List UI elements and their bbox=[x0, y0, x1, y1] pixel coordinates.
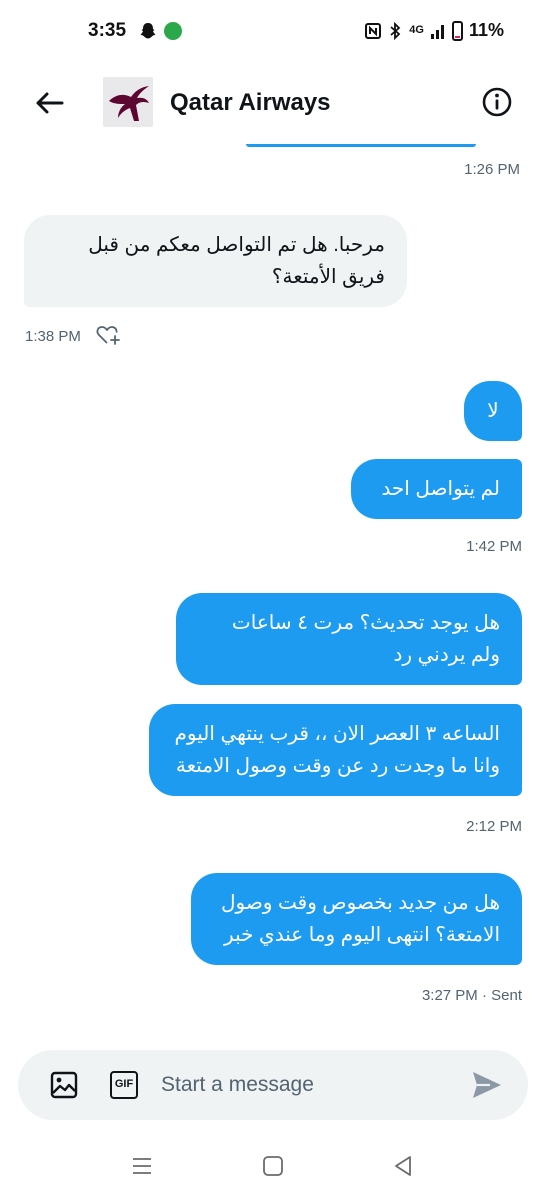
arrow-left-icon bbox=[36, 92, 64, 114]
message-timestamp-sent: 3:27 PM · Sent bbox=[421, 987, 522, 1004]
previous-message-edge bbox=[246, 144, 476, 147]
avatar[interactable] bbox=[103, 77, 153, 127]
app-notification-icon bbox=[164, 22, 182, 40]
battery-percent: 11% bbox=[468, 20, 504, 40]
nfc-icon bbox=[365, 22, 382, 39]
recent-apps-icon[interactable] bbox=[130, 1154, 154, 1178]
message-timestamp: 1:38 PM bbox=[25, 328, 81, 345]
battery-icon bbox=[451, 20, 463, 41]
message-timestamp: 1:26 PM bbox=[464, 161, 520, 178]
heart-plus-icon[interactable] bbox=[96, 324, 122, 346]
conversation-header: Qatar Airways bbox=[0, 62, 546, 144]
message-list: 1:26 PM مرحبا. هل تم التواصل معكم من قبل… bbox=[0, 144, 546, 1044]
home-icon[interactable] bbox=[261, 1154, 285, 1178]
status-bar: 3:35 4G 11% bbox=[0, 0, 546, 62]
outgoing-message-bubble[interactable]: لا bbox=[464, 381, 522, 441]
send-icon[interactable] bbox=[470, 1069, 504, 1101]
outgoing-message-bubble[interactable]: هل يوجد تحديث؟ مرت ٤ ساعات ولم يردني رد bbox=[176, 593, 522, 685]
message-timestamp: 1:42 PM bbox=[466, 538, 522, 555]
outgoing-message-bubble[interactable]: هل من جديد بخصوص وقت وصول الامتعة؟ انتهى… bbox=[191, 873, 522, 965]
incoming-message-bubble[interactable]: مرحبا. هل تم التواصل معكم من قبل فريق ال… bbox=[24, 215, 407, 307]
image-icon[interactable] bbox=[50, 1071, 78, 1099]
outgoing-message-bubble[interactable]: الساعه ٣ العصر الان ،، قرب ينتهي اليوم و… bbox=[149, 704, 522, 796]
qatar-airways-logo bbox=[109, 86, 149, 121]
snapchat-icon bbox=[140, 23, 156, 39]
back-nav-icon[interactable] bbox=[391, 1154, 415, 1178]
gif-icon[interactable]: GIF bbox=[110, 1071, 138, 1099]
status-time: 3:35 bbox=[88, 20, 127, 41]
network-label: 4G bbox=[409, 24, 424, 36]
status-right: 4G 11% bbox=[365, 20, 504, 41]
outgoing-message-bubble[interactable]: لم يتواصل احد bbox=[351, 459, 522, 519]
bluetooth-icon bbox=[390, 21, 401, 40]
message-timestamp: 2:12 PM bbox=[466, 818, 522, 835]
conversation-title[interactable]: Qatar Airways bbox=[170, 89, 331, 117]
system-nav-bar bbox=[0, 1140, 546, 1200]
info-icon[interactable] bbox=[481, 86, 513, 118]
message-input[interactable]: Start a message bbox=[161, 1073, 314, 1097]
signal-icon bbox=[430, 24, 444, 39]
message-composer: GIF Start a message bbox=[18, 1050, 528, 1120]
back-button[interactable] bbox=[30, 84, 68, 122]
